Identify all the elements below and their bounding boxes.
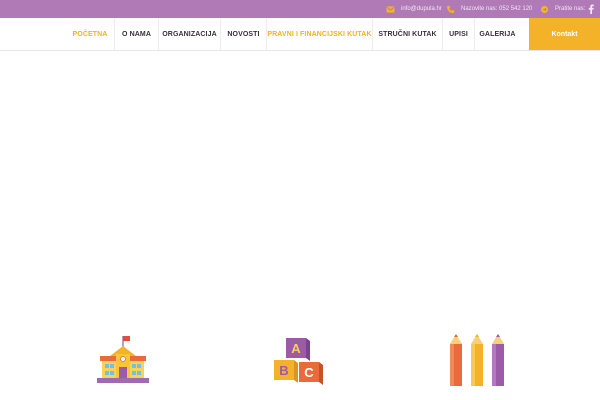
facebook-link[interactable] bbox=[588, 0, 594, 18]
abc-blocks-icon: A B C bbox=[272, 336, 328, 391]
email-text: info@dupula.hr bbox=[401, 6, 442, 12]
school-building-icon bbox=[96, 334, 150, 391]
email-contact[interactable]: info@dupula.hr bbox=[386, 0, 442, 18]
phone-icon bbox=[446, 5, 455, 14]
block-letter-b: B bbox=[279, 363, 288, 378]
envelope-icon bbox=[386, 5, 395, 14]
follow-text: Pratite nas: bbox=[555, 6, 586, 12]
pencils-icon bbox=[449, 334, 507, 393]
nav-item-galerija[interactable]: GALERIJA bbox=[474, 18, 520, 50]
phone-text: Nazovite nas: 052 542 120 bbox=[461, 6, 533, 12]
social-follow: Pratite nas: bbox=[540, 0, 585, 18]
facebook-icon bbox=[588, 4, 594, 14]
block-letter-c: C bbox=[304, 365, 314, 380]
nav-item-novosti[interactable]: NOVOSTI bbox=[220, 18, 266, 50]
nav-item-o-nama[interactable]: O NAMA bbox=[114, 18, 158, 50]
share-icon bbox=[540, 5, 549, 14]
nav-item-pocetna[interactable]: POČETNA bbox=[66, 18, 114, 50]
top-info-bar: info@dupula.hr Nazovite nas: 052 542 120… bbox=[0, 0, 600, 18]
phone-contact[interactable]: Nazovite nas: 052 542 120 bbox=[446, 0, 532, 18]
contact-button[interactable]: Kontakt bbox=[529, 18, 600, 50]
nav-item-pravni-financijski-kutak[interactable]: PRAVNI I FINANCIJSKI KUTAK bbox=[266, 18, 372, 50]
nav-item-organizacija[interactable]: ORGANIZACIJA bbox=[158, 18, 220, 50]
block-letter-a: A bbox=[291, 341, 301, 356]
nav-item-upisi[interactable]: UPISI bbox=[442, 18, 474, 50]
main-navigation: POČETNA O NAMA ORGANIZACIJA NOVOSTI PRAV… bbox=[0, 18, 600, 51]
nav-item-strucni-kutak[interactable]: STRUČNI KUTAK bbox=[372, 18, 442, 50]
